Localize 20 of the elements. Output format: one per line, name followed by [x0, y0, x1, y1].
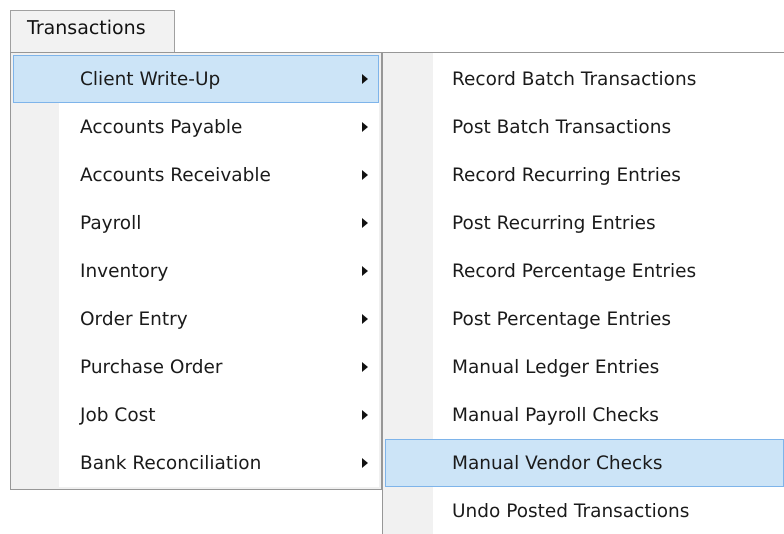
menu-item[interactable]: Payroll — [13, 199, 379, 247]
menu-item[interactable]: Inventory — [13, 247, 379, 295]
menu-item[interactable]: Undo Posted Transactions — [385, 487, 784, 534]
menu-item[interactable]: Purchase Order — [13, 343, 379, 391]
menu-item[interactable]: Record Percentage Entries — [385, 247, 784, 295]
menu-item[interactable]: Order Entry — [13, 295, 379, 343]
menu-item[interactable]: Client Write-Up — [13, 55, 379, 103]
menu-item[interactable]: Manual Ledger Entries — [385, 343, 784, 391]
menu-item[interactable]: Record Recurring Entries — [385, 151, 784, 199]
menu-item[interactable]: Accounts Payable — [13, 103, 379, 151]
menu-item[interactable]: Post Recurring Entries — [385, 199, 784, 247]
menu-item[interactable]: Job Cost — [13, 391, 379, 439]
menu-item[interactable]: Post Batch Transactions — [385, 103, 784, 151]
menu-item[interactable]: Record Batch Transactions — [385, 55, 784, 103]
menu-item[interactable]: Manual Payroll Checks — [385, 391, 784, 439]
menu-item[interactable]: Post Percentage Entries — [385, 295, 784, 343]
menu-item[interactable]: Manual Vendor Checks — [385, 439, 784, 487]
menu-item[interactable]: Bank Reconciliation — [13, 439, 379, 487]
menu-item[interactable]: Accounts Receivable — [13, 151, 379, 199]
menu-bar-item[interactable]: Transactions — [10, 10, 175, 52]
